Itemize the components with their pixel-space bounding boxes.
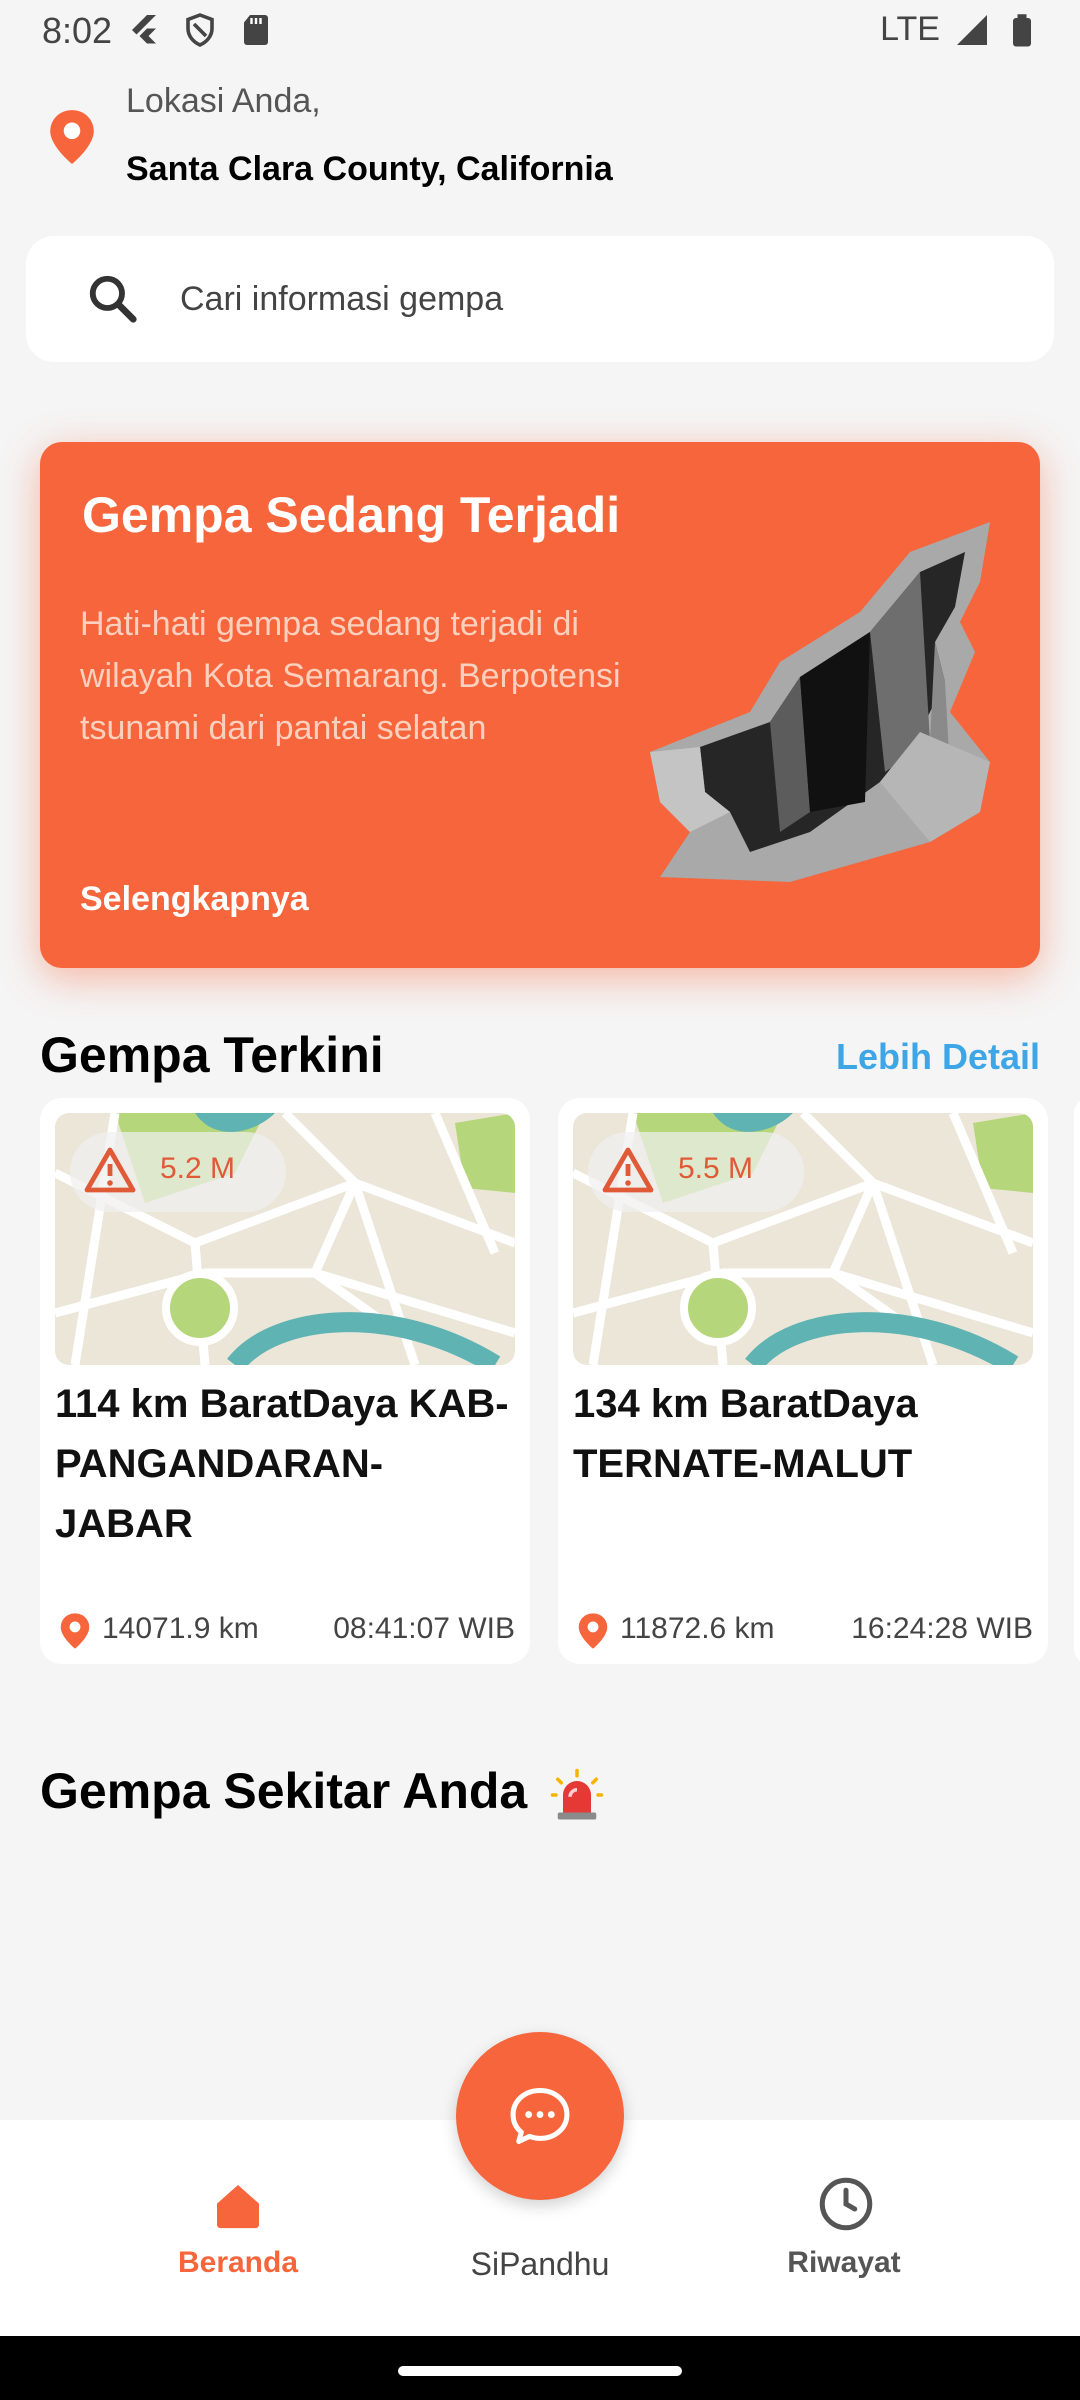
quake-location: 134 km BaratDaya TERNATE-MALUT bbox=[573, 1382, 918, 1486]
nearby-quakes-title: Gempa Sekitar Anda bbox=[40, 1762, 605, 1823]
warning-icon bbox=[602, 1147, 654, 1193]
location-pin-icon bbox=[578, 1613, 608, 1649]
nav-item-beranda[interactable]: Beranda bbox=[118, 2120, 358, 2336]
flutter-icon bbox=[132, 15, 156, 44]
nav-item-riwayat[interactable]: Riwayat bbox=[724, 2120, 964, 2336]
quake-distance: 11872.6 km bbox=[620, 1612, 775, 1645]
more-detail-link[interactable]: Lebih Detail bbox=[836, 1036, 1040, 1078]
quake-time: 08:41:07 WIB bbox=[333, 1612, 515, 1645]
quake-location: 114 km BaratDaya KAB-PANGANDARAN-JABAR bbox=[55, 1382, 509, 1546]
magnitude-value: 5.2 M bbox=[160, 1152, 236, 1185]
alert-title: Gempa Sedang Terjadi bbox=[82, 487, 621, 543]
search-icon bbox=[89, 275, 137, 323]
shield-icon bbox=[186, 13, 214, 47]
quake-card[interactable]: 5.2 M 114 km BaratDaya KAB-PANGANDARAN-J… bbox=[40, 1098, 530, 1664]
location-label: Lokasi Anda, bbox=[126, 82, 321, 120]
quake-card-partial[interactable] bbox=[1074, 1098, 1080, 1664]
quake-card[interactable]: 5.5 M 134 km BaratDaya TERNATE-MALUT 118… bbox=[558, 1098, 1048, 1664]
system-navigation-bar bbox=[0, 2336, 1080, 2400]
search-bar[interactable] bbox=[26, 236, 1054, 362]
search-input[interactable] bbox=[178, 268, 1002, 330]
nav-label-sipandhu[interactable]: SiPandhu bbox=[420, 2246, 660, 2283]
clock-icon bbox=[819, 2177, 873, 2231]
quake-time: 16:24:28 WIB bbox=[851, 1612, 1033, 1645]
location-pin-icon bbox=[50, 110, 94, 164]
earthquake-alert-card[interactable]: Gempa Sedang Terjadi Hati-hati gempa sed… bbox=[40, 442, 1040, 968]
chat-fab-button[interactable] bbox=[456, 2032, 624, 2200]
network-type: LTE bbox=[880, 10, 940, 48]
nearby-title-text: Gempa Sekitar Anda bbox=[40, 1763, 528, 1819]
chat-icon bbox=[510, 2087, 570, 2145]
status-time: 8:02 bbox=[42, 10, 113, 51]
location-pin-icon bbox=[60, 1613, 90, 1649]
status-bar: 8:02 LTE bbox=[0, 0, 1080, 62]
magnitude-value: 5.5 M bbox=[678, 1152, 754, 1185]
location-value[interactable]: Santa Clara County, California bbox=[126, 150, 613, 189]
nav-label: Beranda bbox=[177, 2246, 299, 2279]
quake-distance: 14071.9 km bbox=[102, 1612, 259, 1645]
siren-icon bbox=[550, 1768, 604, 1820]
ground-crack-illustration bbox=[650, 522, 990, 882]
battery-icon bbox=[1013, 13, 1031, 46]
alert-more-link[interactable]: Selengkapnya bbox=[80, 880, 309, 919]
alert-body: Hati-hati gempa sedang terjadi di wilaya… bbox=[80, 605, 621, 747]
recent-quakes-title: Gempa Terkini bbox=[40, 1027, 384, 1083]
signal-icon bbox=[957, 14, 987, 45]
home-gesture-handle[interactable] bbox=[398, 2366, 682, 2376]
warning-icon bbox=[84, 1147, 136, 1193]
nav-label: Riwayat bbox=[787, 2246, 901, 2279]
sd-card-icon bbox=[244, 15, 268, 45]
home-icon bbox=[217, 2185, 259, 2229]
